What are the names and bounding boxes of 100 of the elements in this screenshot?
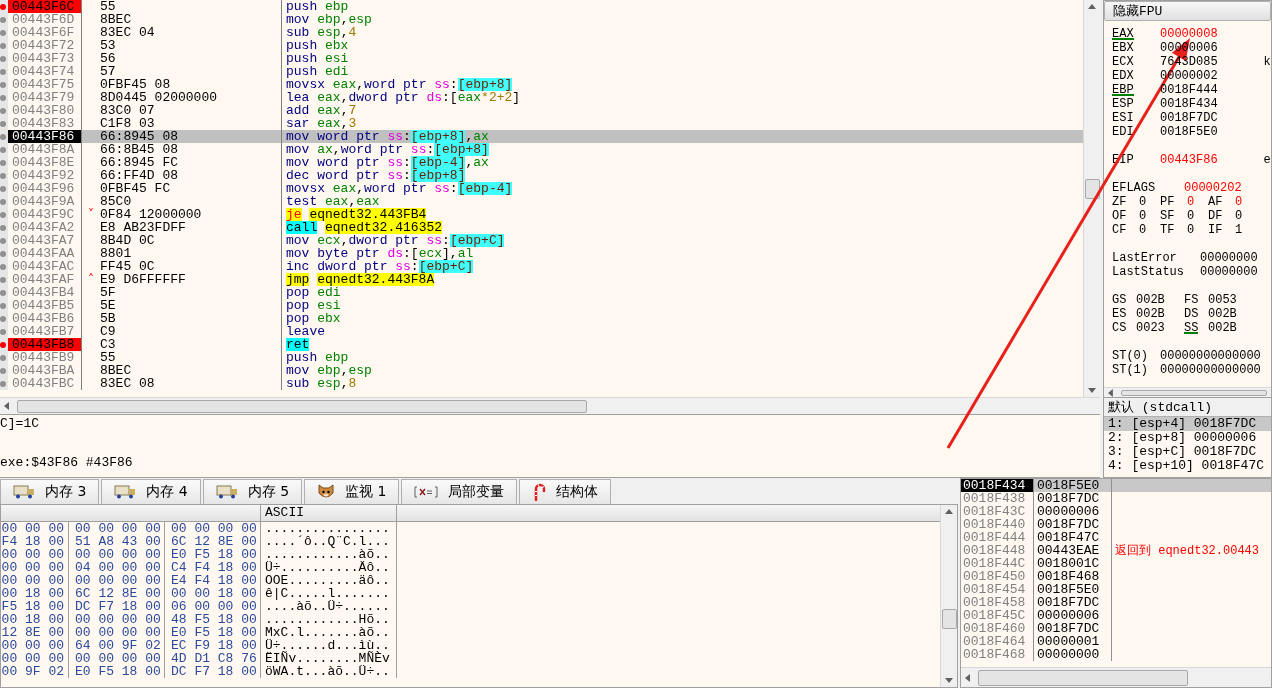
breakpoint-dot[interactable]	[0, 68, 6, 75]
scroll-up-icon[interactable]	[945, 509, 953, 514]
bytes-cell-text: 5F	[100, 286, 117, 299]
breakpoint-dot[interactable]	[0, 198, 6, 205]
breakpoint-dot[interactable]	[0, 367, 6, 374]
argument-row[interactable]: 1: [esp+4] 0018F7DC	[1104, 417, 1271, 431]
hex-cell: 00 00 18 00	[165, 587, 261, 600]
breakpoint-dot[interactable]	[0, 16, 6, 23]
breakpoint-dot[interactable]	[0, 302, 6, 309]
breakpoint-dot[interactable]	[0, 354, 6, 361]
scroll-up-icon[interactable]	[1088, 4, 1096, 9]
register-value: 00000000	[1200, 251, 1258, 265]
register-name: LastError	[1112, 251, 1177, 264]
scroll-left-icon[interactable]	[4, 402, 9, 410]
vertical-scrollbar[interactable]	[1083, 0, 1100, 397]
address-cell: 00443FB5	[8, 299, 82, 312]
register-value: 00000202	[1184, 181, 1242, 195]
register-name: CS	[1112, 321, 1127, 334]
scroll-down-icon[interactable]	[945, 678, 953, 683]
horizontal-scrollbar[interactable]	[961, 667, 1271, 687]
panel-tab[interactable]: 结构体	[519, 479, 612, 504]
register-name: ES	[1112, 307, 1127, 320]
register-name: EFLAGS	[1112, 181, 1156, 194]
breakpoint-dot[interactable]	[0, 107, 6, 114]
panel-tab[interactable]: 内存 4	[101, 479, 201, 504]
stack-address: 0018F45C	[961, 609, 1034, 622]
breakpoint-dot[interactable]	[0, 276, 6, 283]
breakpoint-dot[interactable]	[0, 120, 6, 127]
scroll-left-icon[interactable]	[965, 673, 970, 682]
address-cell: 00443F86	[8, 130, 82, 143]
breakpoint-dot[interactable]	[0, 250, 6, 257]
info-text: exe:$43F86 #43F86	[0, 456, 133, 469]
breakpoint-dot[interactable]	[0, 237, 6, 244]
register-value: 0	[1187, 209, 1195, 223]
scroll-left-icon[interactable]	[1108, 388, 1113, 397]
vertical-scrollbar[interactable]	[940, 505, 957, 687]
register-value: 002B	[1208, 307, 1237, 321]
breakpoint-dot[interactable]	[0, 133, 6, 140]
horizontal-scrollbar[interactable]	[0, 397, 1100, 414]
breakpoint-dot[interactable]	[0, 29, 6, 36]
register-name: EAX	[1112, 27, 1134, 40]
truck-icon	[215, 485, 238, 499]
scrollbar-thumb[interactable]	[1084, 179, 1100, 199]
breakpoint-dot[interactable]	[0, 328, 6, 335]
hex-cell: 00 18 00	[1, 587, 69, 600]
argument-row[interactable]: 4: [esp+10] 0018F47C	[1104, 459, 1271, 473]
address-cell: 00443F74	[8, 65, 82, 78]
register-name: IF	[1208, 223, 1223, 236]
scrollbar-thumb[interactable]	[941, 609, 957, 629]
register-value: 0018F7DC	[1160, 111, 1218, 125]
hex-cell: 00 00 00	[1, 652, 69, 665]
register-name: DS	[1184, 307, 1199, 320]
breakpoint-dot[interactable]	[0, 263, 6, 270]
breakpoint-dot[interactable]	[0, 185, 6, 192]
ascii-cell: ............Hõ..	[261, 613, 397, 626]
breakpoint-dot[interactable]	[0, 315, 6, 322]
panel-tab[interactable]: 监视 1	[304, 479, 400, 504]
register-value: 0018F434	[1160, 97, 1218, 111]
hex-cell: 6C 12 8E 00	[69, 587, 165, 600]
breakpoint-dot[interactable]	[0, 146, 6, 153]
scrollbar-thumb[interactable]	[978, 669, 1188, 686]
scrollbar-thumb[interactable]	[1120, 389, 1267, 396]
breakpoint-dot[interactable]	[0, 42, 6, 49]
stack-address: 0018F454	[961, 583, 1034, 596]
instruction-cell-text: leave	[285, 325, 326, 338]
register-value: 0	[1235, 195, 1243, 209]
bytes-cell-text: 83C0 07	[100, 104, 156, 117]
stack-value: 00000000	[1034, 648, 1112, 661]
panel-tab[interactable]: 内存 5	[202, 479, 303, 504]
instruction-cell-text: call eqnedt32.416352	[285, 221, 444, 234]
breakpoint-dot[interactable]	[0, 172, 6, 179]
scroll-down-icon[interactable]	[1088, 388, 1096, 393]
breakpoint-dot[interactable]	[0, 341, 6, 348]
scrollbar-thumb[interactable]	[17, 399, 587, 413]
register-comment: e	[1263, 153, 1271, 167]
hide-fpu-button[interactable]: 隐藏FPU	[1104, 1, 1271, 21]
horizontal-scrollbar[interactable]	[1104, 387, 1271, 397]
argument-row[interactable]: 3: [esp+C] 0018F7DC	[1104, 445, 1271, 459]
info-text: C]=1C	[0, 417, 39, 430]
breakpoint-dot[interactable]	[0, 55, 6, 62]
calling-convention-header[interactable]: 默认 (stdcall)	[1104, 398, 1271, 417]
register-value: 0018F5E0	[1160, 125, 1218, 139]
breakpoint-dot[interactable]	[0, 159, 6, 166]
argument-row[interactable]: 2: [esp+8] 00000006	[1104, 431, 1271, 445]
instruction-cell-text: sub esp,8	[285, 377, 357, 390]
breakpoint-dot[interactable]	[0, 94, 6, 101]
stack-address: 0018F450	[961, 570, 1034, 583]
panel-tab[interactable]: 局部变量	[401, 479, 518, 504]
panel-tab[interactable]: 内存 3	[0, 479, 100, 504]
breakpoint-dot[interactable]	[0, 380, 6, 387]
breakpoint-dot[interactable]	[0, 211, 6, 218]
register-value: 00000008	[1160, 27, 1218, 41]
instruction-cell-text: dec word ptr ss:[ebp+8]	[285, 169, 466, 182]
breakpoint-dot[interactable]	[0, 3, 6, 10]
stack-address: 0018F434	[961, 479, 1034, 492]
hex-cell: 00 00 00 00	[165, 522, 261, 535]
breakpoint-dot[interactable]	[0, 289, 6, 296]
hex-cell: E4 F4 18 00	[165, 574, 261, 587]
breakpoint-dot[interactable]	[0, 81, 6, 88]
breakpoint-dot[interactable]	[0, 224, 6, 231]
